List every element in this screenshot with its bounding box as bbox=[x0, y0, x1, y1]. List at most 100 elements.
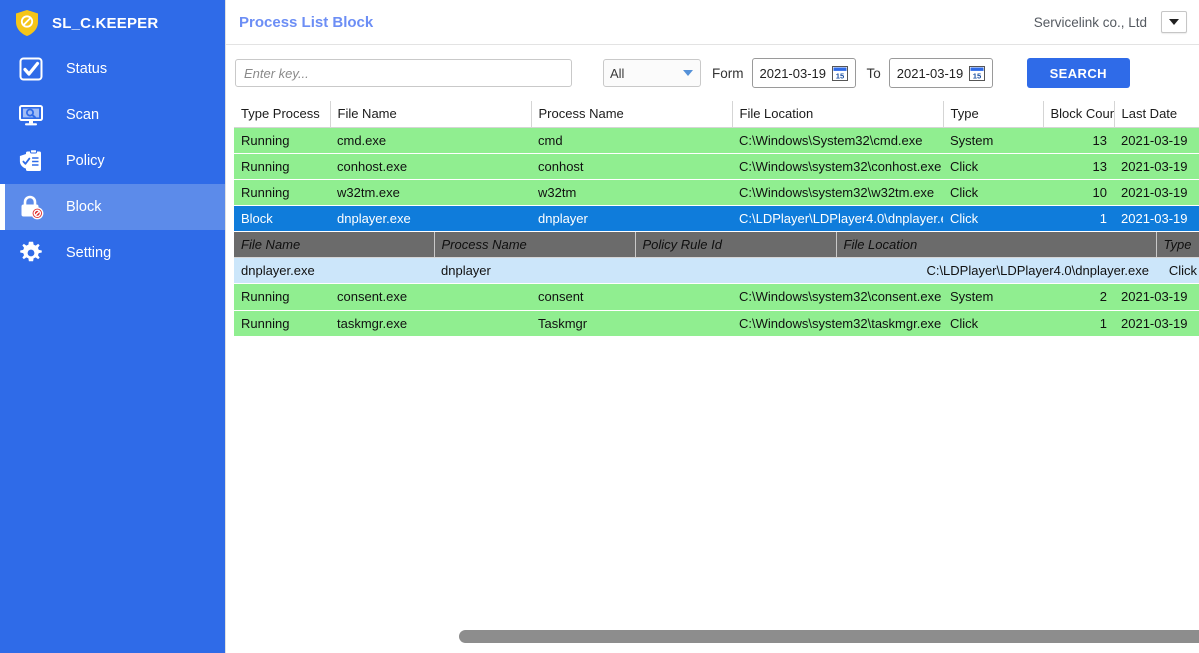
from-date-field[interactable]: 2021-03-19 15 bbox=[751, 58, 856, 88]
cell-file-name: taskmgr.exe bbox=[330, 310, 531, 337]
cell-file-location: C:\Windows\system32\w32tm.exe bbox=[732, 179, 943, 206]
cell-process-name: w32tm bbox=[531, 179, 732, 206]
expanded-detail-cell: File Name Process Name Policy Rule Id Fi… bbox=[234, 231, 1199, 284]
sidebar-item-setting[interactable]: Setting bbox=[0, 230, 225, 276]
col-file-location[interactable]: File Location bbox=[732, 101, 944, 128]
cell-file-location: C:\Windows\system32\conhost.exe bbox=[732, 153, 943, 180]
col-process-name[interactable]: Process Name bbox=[531, 101, 733, 128]
org-dropdown-button[interactable] bbox=[1161, 11, 1187, 33]
search-button[interactable]: SEARCH bbox=[1026, 58, 1130, 88]
cell-block-count: 13 bbox=[1043, 127, 1114, 154]
cell-type: Click bbox=[943, 179, 1043, 206]
page-title: Process List Block bbox=[239, 13, 374, 31]
cell-last-date: 2021-03-19 bbox=[1114, 127, 1199, 154]
table-row[interactable]: Running taskmgr.exe Taskmgr C:\Windows\s… bbox=[234, 310, 1199, 337]
detail-col-process-name[interactable]: Process Name bbox=[434, 231, 636, 258]
cell-type: Click bbox=[943, 205, 1043, 232]
from-date-value: 2021-03-19 bbox=[759, 65, 827, 81]
from-label: Form bbox=[712, 65, 744, 81]
cell-file-location: C:\LDPlayer\LDPlayer4.0\dnplayer.exe bbox=[732, 205, 943, 232]
detail-cell-file-location: C:\LDPlayer\LDPlayer4.0\dnplayer.exe bbox=[836, 257, 1156, 284]
shield-block-icon bbox=[14, 9, 40, 37]
detail-cell-file-name: dnplayer.exe bbox=[234, 257, 434, 284]
horizontal-scrollbar[interactable] bbox=[459, 630, 1199, 644]
cell-last-date: 2021-03-19 bbox=[1114, 153, 1199, 180]
detail-row[interactable]: dnplayer.exe dnplayer C:\LDPlayer\LDPlay… bbox=[234, 257, 1199, 284]
cell-block-count: 1 bbox=[1043, 205, 1114, 232]
detail-col-file-name[interactable]: File Name bbox=[234, 231, 435, 258]
col-type[interactable]: Type bbox=[943, 101, 1044, 128]
table-row[interactable]: Running w32tm.exe w32tm C:\Windows\syste… bbox=[234, 179, 1199, 206]
brand: SL_C.KEEPER bbox=[0, 0, 225, 46]
svg-text:15: 15 bbox=[973, 71, 982, 80]
process-table: Type Process File Name Process Name File… bbox=[234, 101, 1199, 337]
calendar-icon[interactable]: 15 bbox=[969, 65, 986, 81]
cell-block-count: 1 bbox=[1043, 310, 1114, 337]
sidebar-item-label: Block bbox=[66, 199, 102, 215]
gear-icon bbox=[14, 236, 48, 270]
monitor-search-icon bbox=[14, 98, 48, 132]
cell-file-name: conhost.exe bbox=[330, 153, 531, 180]
to-label: To bbox=[866, 65, 881, 81]
cell-file-location: C:\Windows\System32\cmd.exe bbox=[732, 127, 943, 154]
table-row[interactable]: Running consent.exe consent C:\Windows\s… bbox=[234, 284, 1199, 311]
cell-file-location: C:\Windows\system32\taskmgr.exe bbox=[732, 310, 943, 337]
cell-block-count: 2 bbox=[1043, 284, 1114, 311]
detail-col-policy-rule-id[interactable]: Policy Rule Id bbox=[635, 231, 837, 258]
cell-block-count: 13 bbox=[1043, 153, 1114, 180]
sidebar-item-label: Status bbox=[66, 61, 108, 77]
cell-type-process: Running bbox=[234, 127, 330, 154]
cell-last-date: 2021-03-19 bbox=[1114, 179, 1199, 206]
cell-process-name: Taskmgr bbox=[531, 310, 732, 337]
cell-block-count: 10 bbox=[1043, 179, 1114, 206]
detail-cell-policy-rule-id bbox=[635, 257, 836, 284]
filter-select[interactable]: All bbox=[603, 59, 701, 87]
detail-cell-process-name: dnplayer bbox=[434, 257, 635, 284]
search-input[interactable] bbox=[235, 59, 572, 87]
table-header-row: Type Process File Name Process Name File… bbox=[234, 101, 1199, 128]
table-row-selected[interactable]: Block dnplayer.exe dnplayer C:\LDPlayer\… bbox=[234, 205, 1199, 232]
col-file-name[interactable]: File Name bbox=[330, 101, 532, 128]
to-date-field[interactable]: 2021-03-19 15 bbox=[888, 58, 993, 88]
sidebar-item-status[interactable]: Status bbox=[0, 46, 225, 92]
checkbox-check-icon bbox=[14, 52, 48, 86]
search-toolbar: All Form 2021-03-19 15 To 2021-03-19 bbox=[225, 45, 1199, 101]
cell-type-process: Block bbox=[234, 205, 330, 232]
table-row[interactable]: Running conhost.exe conhost C:\Windows\s… bbox=[234, 153, 1199, 180]
sidebar-item-policy[interactable]: Policy bbox=[0, 138, 225, 184]
detail-col-file-location[interactable]: File Location bbox=[836, 231, 1157, 258]
table-row[interactable]: Running cmd.exe cmd C:\Windows\System32\… bbox=[234, 127, 1199, 154]
cell-type-process: Running bbox=[234, 310, 330, 337]
chevron-down-icon bbox=[683, 70, 693, 76]
sidebar-item-label: Scan bbox=[66, 107, 100, 123]
cell-type: System bbox=[943, 127, 1043, 154]
detail-cell-type: Click bbox=[1156, 257, 1199, 284]
cell-file-name: consent.exe bbox=[330, 284, 531, 311]
calendar-icon[interactable]: 15 bbox=[832, 65, 848, 81]
cell-process-name: dnplayer bbox=[531, 205, 732, 232]
cell-last-date: 2021-03-19 bbox=[1114, 205, 1199, 232]
cell-type-process: Running bbox=[234, 284, 330, 311]
cell-file-name: dnplayer.exe bbox=[330, 205, 531, 232]
col-type-process[interactable]: Type Process bbox=[234, 101, 331, 128]
scrollbar-thumb[interactable] bbox=[459, 630, 1199, 643]
sidebar: SL_C.KEEPER Status Scan Policy Block Set… bbox=[0, 0, 225, 653]
cell-type-process: Running bbox=[234, 179, 330, 206]
main-panel: Process List Block Servicelink co., Ltd … bbox=[225, 0, 1199, 653]
cell-process-name: conhost bbox=[531, 153, 732, 180]
sidebar-item-scan[interactable]: Scan bbox=[0, 92, 225, 138]
to-date-value: 2021-03-19 bbox=[896, 65, 964, 81]
col-block-count[interactable]: Block Count bbox=[1043, 101, 1115, 128]
detail-col-type[interactable]: Type bbox=[1156, 231, 1199, 258]
cell-last-date: 2021-03-19 bbox=[1114, 284, 1199, 311]
detail-header-row: File Name Process Name Policy Rule Id Fi… bbox=[234, 231, 1199, 258]
expanded-detail-row: File Name Process Name Policy Rule Id Fi… bbox=[234, 231, 1199, 284]
clipboard-shield-icon bbox=[14, 144, 48, 178]
svg-text:15: 15 bbox=[836, 71, 845, 80]
process-table-container: Type Process File Name Process Name File… bbox=[225, 101, 1199, 653]
cell-process-name: consent bbox=[531, 284, 732, 311]
detail-table: File Name Process Name Policy Rule Id Fi… bbox=[234, 231, 1199, 284]
col-last-date[interactable]: Last Date bbox=[1114, 101, 1199, 128]
filter-select-value: All bbox=[610, 65, 625, 81]
sidebar-item-block[interactable]: Block bbox=[0, 184, 225, 230]
